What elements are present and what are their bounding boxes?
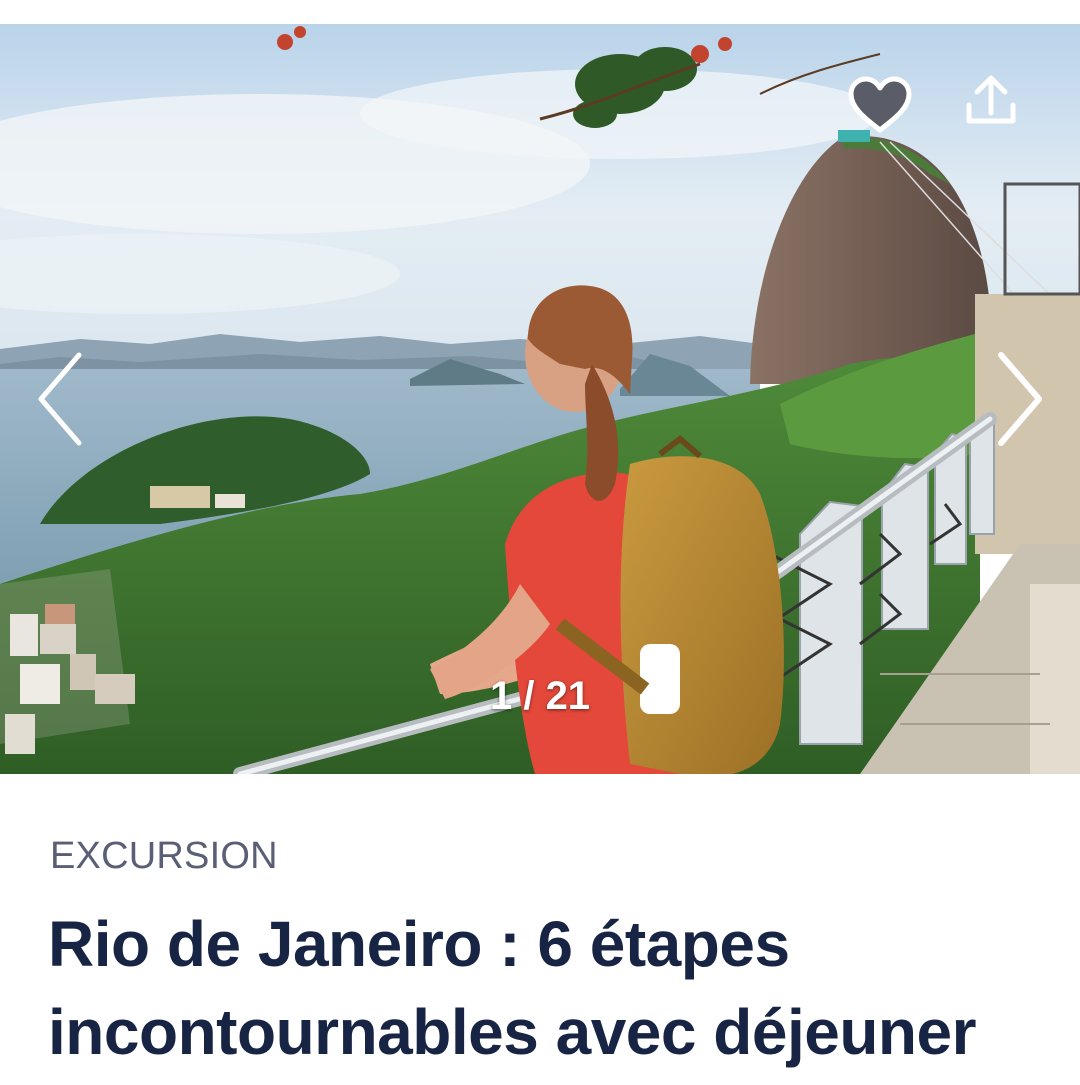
share-upload-icon — [966, 75, 1016, 124]
share-button[interactable] — [956, 68, 1026, 134]
page-title: Rio de Janeiro : 6 étapes incontournable… — [48, 900, 1058, 1076]
next-image-button[interactable] — [984, 349, 1058, 449]
gallery-photo[interactable] — [0, 24, 1080, 774]
page: 1 / 21 EXCURSION Rio de Janeiro : 6 étap… — [0, 0, 1080, 1085]
page-title-line-1: Rio de Janeiro : 6 étapes — [48, 908, 790, 980]
chevron-left-icon — [38, 352, 82, 446]
image-gallery[interactable]: 1 / 21 — [0, 24, 1080, 774]
image-counter: 1 / 21 — [440, 674, 640, 719]
image-counter-current: 1 — [489, 674, 513, 718]
previous-image-button[interactable] — [22, 349, 96, 449]
page-title-line-2: incontournables avec déjeuner — [48, 996, 977, 1068]
image-counter-separator: / — [523, 674, 535, 718]
favorite-button[interactable] — [842, 72, 918, 138]
chevron-right-icon — [998, 352, 1042, 446]
status-bar-area — [0, 0, 1080, 24]
category-label: EXCURSION — [50, 835, 278, 877]
heart-icon — [848, 76, 912, 133]
image-counter-total: 21 — [545, 674, 591, 718]
